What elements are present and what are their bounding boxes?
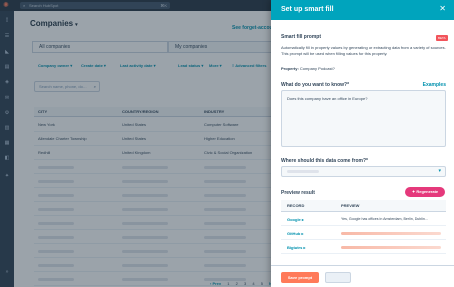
preview-loading-bar [341, 232, 441, 235]
source-select[interactable]: ▾ [281, 166, 446, 177]
prompt-textarea[interactable]: Does this company have an office in Euro… [281, 90, 446, 147]
panel-header: Set up smart fill ✕ [271, 0, 454, 20]
panel-description: Automatically fill in property values by… [281, 45, 446, 56]
smart-fill-panel: Set up smart fill ✕ Smart fill prompt BE… [271, 0, 454, 287]
beta-badge: BETA [436, 35, 448, 41]
preview-label: Preview result [281, 190, 315, 196]
question-label: What do you want to know?* [281, 82, 350, 88]
property-value: Company Podcast? [299, 66, 335, 71]
record-link[interactable]: GitHub ▸ [287, 227, 303, 240]
save-prompt-button[interactable]: Save prompt [281, 272, 319, 283]
column-record: RECORD [287, 203, 305, 208]
preview-row: GitHub ▸ [281, 227, 446, 240]
column-preview: PREVIEW [341, 203, 360, 208]
record-link[interactable]: Google ▸ [287, 213, 304, 226]
property-line: Property: Company Podcast? [281, 66, 335, 71]
smart-fill-label: Smart fill prompt [281, 34, 322, 40]
record-link[interactable]: Bigtutrs ▸ [287, 241, 305, 254]
preview-row: Google ▸ Yes, Google has offices in Amst… [281, 213, 446, 226]
panel-title: Set up smart fill [281, 6, 334, 13]
preview-table-header: RECORD PREVIEW [281, 200, 446, 212]
select-value-placeholder [287, 170, 319, 173]
regenerate-button[interactable]: ✦ Regenerate [405, 187, 445, 197]
property-label: Property: [281, 66, 299, 71]
preview-loading-bar [341, 246, 441, 249]
chevron-down-icon: ▾ [438, 168, 441, 174]
cancel-button[interactable] [325, 272, 351, 283]
source-label: Where should this data come from?* [281, 158, 368, 164]
close-icon[interactable]: ✕ [439, 4, 446, 14]
preview-text: Yes, Google has offices in Amsterdam, Be… [341, 217, 429, 221]
preview-row: Bigtutrs ▸ [281, 241, 446, 254]
panel-footer: Save prompt [271, 265, 454, 287]
examples-link[interactable]: Examples [423, 82, 446, 88]
